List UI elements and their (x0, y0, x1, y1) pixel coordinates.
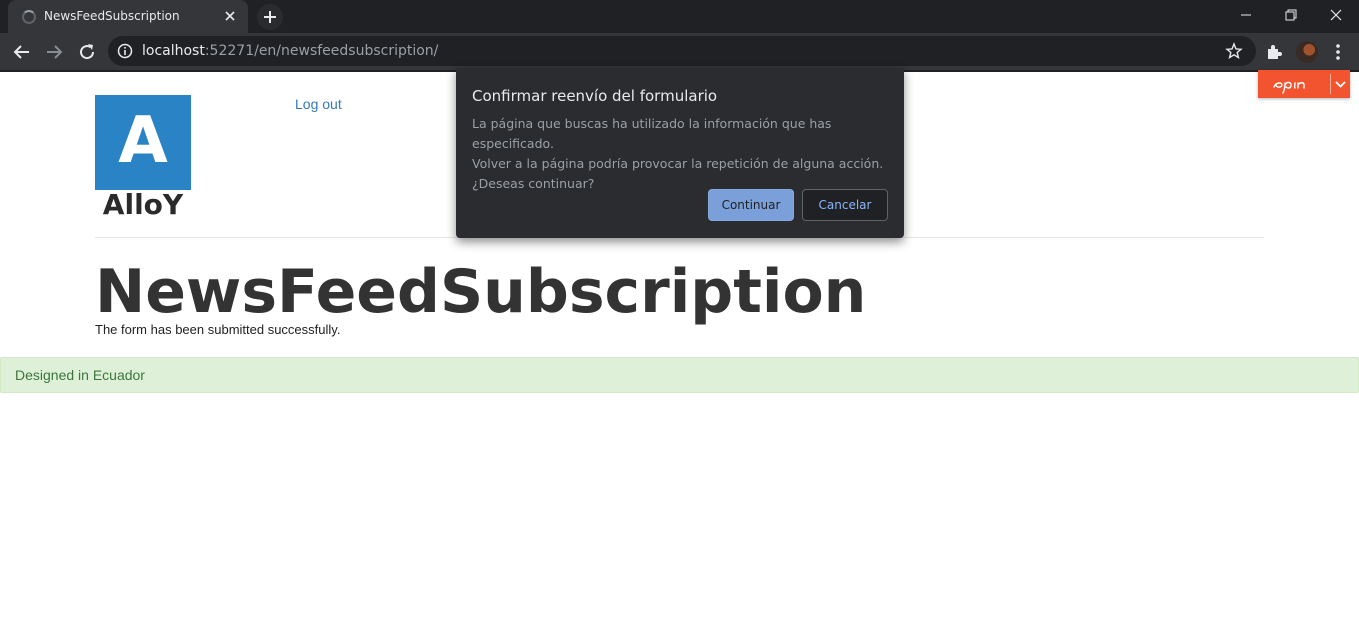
dialog-body-line: La página que buscas ha utilizado la inf… (472, 116, 832, 151)
window-close-icon[interactable] (1313, 0, 1358, 31)
epi-edit-toolbar (1258, 70, 1350, 98)
plus-icon[interactable] (257, 4, 283, 30)
url-path: :52271/en/newsfeedsubscription/ (204, 43, 439, 59)
footer-text: Designed in Ecuador (15, 367, 145, 383)
chevron-down-icon[interactable] (1331, 70, 1350, 98)
dialog-body: La página que buscas ha utilizado la inf… (472, 114, 892, 194)
logo-box: A (95, 95, 191, 190)
tab-title: NewsFeedSubscription (44, 9, 180, 23)
back-arrow-icon[interactable] (9, 39, 35, 65)
menu-icon[interactable] (1325, 39, 1351, 65)
restore-icon[interactable] (1268, 0, 1313, 31)
alloy-logo[interactable]: A AlloY (95, 95, 191, 220)
dialog-body-line: Volver a la página podría provocar la re… (472, 156, 884, 171)
star-icon[interactable] (1225, 42, 1243, 60)
logo-letter: A (118, 104, 168, 178)
url-text: localhost:52271/en/newsfeedsubscription/ (142, 43, 438, 59)
logo-wordmark: AlloY (102, 188, 184, 221)
epi-logo-icon[interactable] (1258, 70, 1330, 98)
browser-tab[interactable]: NewsFeedSubscription (8, 0, 248, 33)
url-host: localhost (142, 43, 205, 59)
dialog-title: Confirmar reenvío del formulario (472, 87, 718, 105)
info-icon[interactable] (117, 43, 133, 59)
profile-avatar[interactable] (1296, 41, 1318, 63)
logout-link[interactable]: Log out (295, 96, 342, 112)
continue-button[interactable]: Continuar (708, 189, 794, 221)
loading-icon (22, 10, 36, 24)
cancel-button[interactable]: Cancelar (802, 189, 888, 221)
browser-toolbar: localhost:52271/en/newsfeedsubscription/ (0, 33, 1359, 70)
browser-titlebar: NewsFeedSubscription (0, 0, 1359, 33)
resubmit-dialog: Confirmar reenvío del formulario La pági… (456, 68, 904, 238)
success-message: The form has been submitted successfully… (95, 322, 341, 337)
address-bar[interactable]: localhost:52271/en/newsfeedsubscription/ (108, 36, 1256, 66)
close-icon[interactable] (220, 6, 240, 26)
forward-arrow-icon[interactable] (41, 39, 67, 65)
page-title: NewsFeedSubscription (95, 257, 867, 327)
reload-icon[interactable] (74, 39, 100, 65)
footer-bar: Designed in Ecuador (0, 357, 1359, 393)
minimize-icon[interactable] (1223, 0, 1268, 31)
extensions-icon[interactable] (1261, 39, 1287, 65)
